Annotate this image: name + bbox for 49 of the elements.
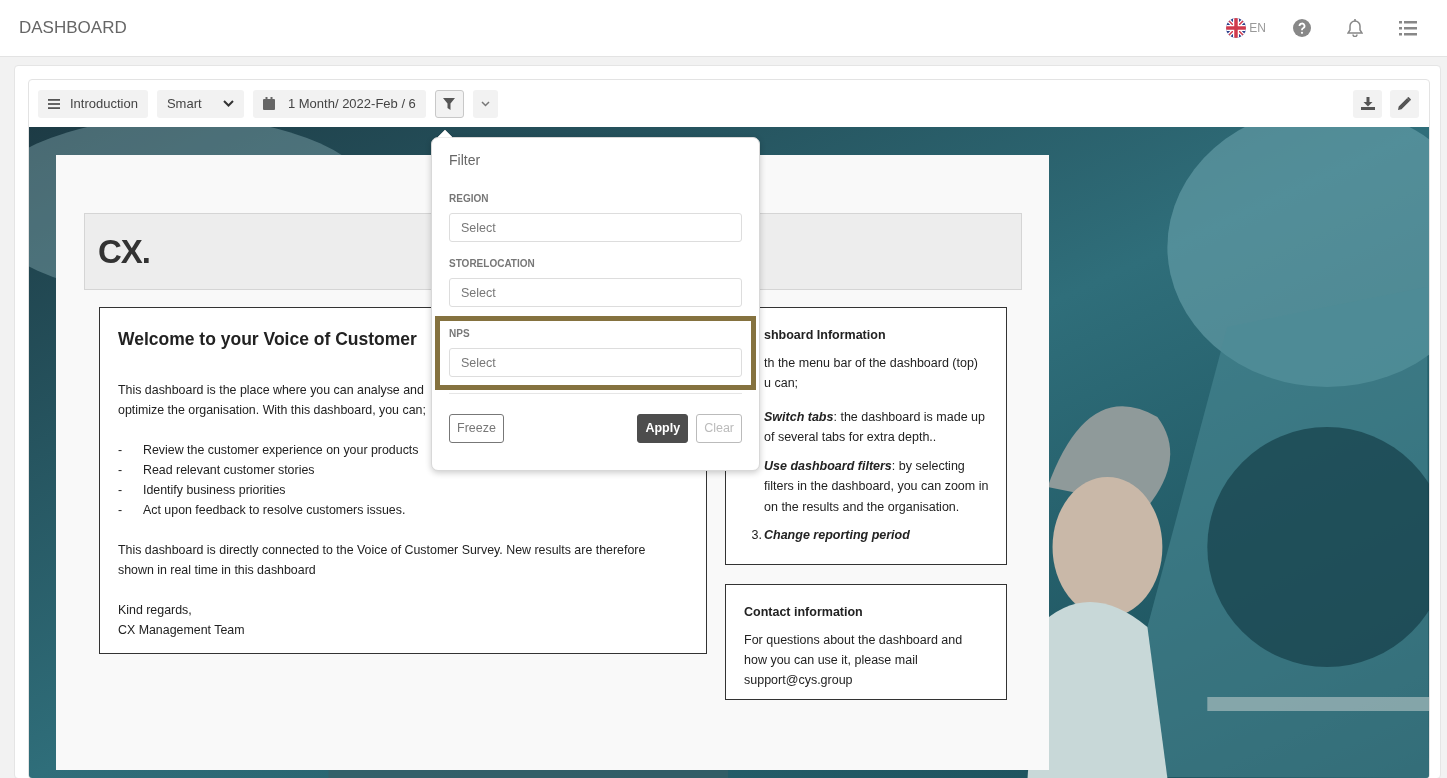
logo-text: CX. xyxy=(98,231,150,272)
filter-icon xyxy=(443,97,456,110)
chevron-down-icon xyxy=(222,100,234,107)
bullet-marker: - xyxy=(118,462,124,480)
paragraph: This dashboard is the place where you can analyse and optimize the organisation. With this dashboard, you can; xyxy=(118,382,427,420)
welcome-title: Welcome to your Voice of Customer xyxy=(118,328,417,351)
period-button[interactable]: 1 Month/ 2022-Feb / 6 xyxy=(252,89,426,118)
select-field[interactable]: Select xyxy=(449,348,742,377)
help-icon[interactable] xyxy=(1293,19,1311,37)
page-title: DASHBOARD xyxy=(19,17,127,40)
contact-title: Contact information xyxy=(744,604,864,621)
filter-button[interactable] xyxy=(434,89,464,118)
paragraph: Kind regards, CX Management Team xyxy=(118,602,246,640)
download-icon xyxy=(1360,97,1375,110)
introduction-button[interactable]: Introduction xyxy=(38,89,148,118)
menu-icon xyxy=(48,98,60,109)
list-number: 3. xyxy=(751,527,762,545)
paragraph: This dashboard is directly connected to the Voice of Customer Survey. New results are therefore shown in real time in this dashboard xyxy=(118,542,647,580)
list-item-text: Use dashboard filters: by selecting filters in the dashboard, you can zoom in on the results and the organisation. xyxy=(764,457,990,516)
list-item-text: Change reporting period xyxy=(764,527,910,545)
flag-icon xyxy=(1226,18,1247,38)
select-field[interactable]: Select xyxy=(449,278,742,307)
download-button[interactable] xyxy=(1353,89,1382,118)
list-item-text: Switch tabs: the dashboard is made up of several tabs for extra depth.. xyxy=(764,408,986,447)
bullet-text: Identify business priorities xyxy=(143,482,286,500)
info-title: shboard Information xyxy=(764,327,887,344)
bullet-marker: - xyxy=(118,502,124,520)
bullet-marker: - xyxy=(118,442,124,460)
calendar-icon xyxy=(262,97,275,110)
contact-text: For questions about the dashboard and how you can use it, please mail support@cys.group xyxy=(744,631,964,689)
field-label: REGION xyxy=(449,192,490,206)
chevron-down-icon xyxy=(480,100,490,107)
bell-icon[interactable] xyxy=(1347,19,1363,37)
field-label: STORELOCATION xyxy=(449,257,536,271)
bullet-text: Review the customer experience on your products xyxy=(143,442,419,460)
info-text: th the menu bar of the dashboard (top) u can; xyxy=(764,354,980,392)
bullet-marker: - xyxy=(118,482,124,500)
view-select[interactable]: Smart xyxy=(156,89,244,118)
pencil-icon xyxy=(1398,97,1411,110)
action-button[interactable]: Freeze xyxy=(449,414,504,443)
menu-icon[interactable] xyxy=(1399,20,1417,36)
popover-title: Filter xyxy=(449,151,482,170)
dropdown-button[interactable] xyxy=(472,89,498,118)
edit-button[interactable] xyxy=(1390,89,1419,118)
field-label: NPS xyxy=(449,327,471,341)
bullet-text: Act upon feedback to resolve customers issues. xyxy=(143,502,406,520)
select-field[interactable]: Select xyxy=(449,213,742,242)
bullet-text: Read relevant customer stories xyxy=(143,462,315,480)
apply-button[interactable]: Apply xyxy=(637,414,689,443)
